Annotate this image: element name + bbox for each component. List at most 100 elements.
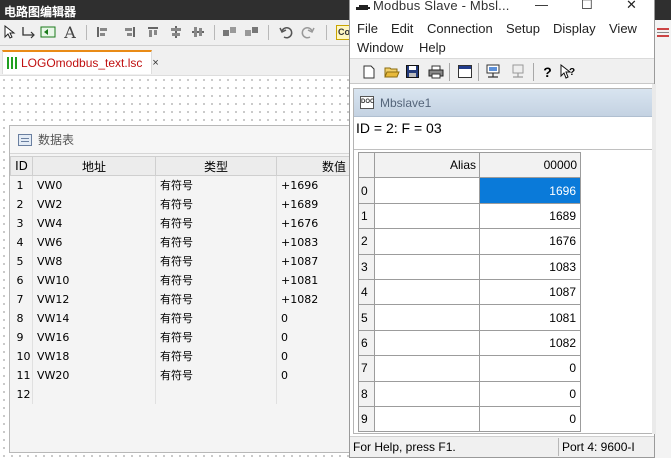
context-help-icon[interactable]: ? [560, 63, 577, 80]
minimize-button[interactable]: — [535, 0, 548, 12]
print-icon[interactable] [427, 63, 444, 80]
table-row[interactable]: 5 VW8 有符号 +1087 [10, 251, 351, 271]
menu-edit[interactable]: Edit [391, 21, 413, 36]
register-row: 3 1083 [358, 253, 581, 280]
row-index[interactable]: 2 [358, 228, 375, 255]
table-row[interactable]: 6 VW10 有符号 +1081 [10, 270, 351, 290]
column-header-id[interactable]: ID [10, 156, 33, 176]
align-bottom-icon[interactable] [190, 24, 206, 40]
align-middle-icon[interactable] [168, 24, 184, 40]
register-value-cell[interactable]: 1676 [479, 228, 581, 255]
alias-cell[interactable] [374, 380, 480, 407]
table-row[interactable]: 9 VW16 有符号 0 [10, 327, 351, 347]
row-index[interactable]: 8 [358, 380, 375, 407]
alias-cell[interactable] [374, 355, 480, 382]
alias-cell[interactable] [374, 304, 480, 331]
maximize-button[interactable]: ☐ [581, 0, 593, 13]
register-value-cell[interactable]: 1081 [479, 304, 581, 331]
cell-value: 0 [276, 308, 351, 328]
distribute-icon[interactable] [244, 24, 260, 40]
help-icon[interactable]: ? [539, 63, 556, 80]
alias-cell[interactable] [374, 177, 480, 204]
select-arrow-icon[interactable] [2, 24, 18, 40]
mbslave-child-titlebar[interactable]: DOC Mbslave1 [354, 89, 652, 117]
row-index[interactable]: 7 [358, 355, 375, 382]
new-document-icon[interactable] [360, 63, 377, 80]
row-index[interactable]: 9 [358, 405, 375, 433]
close-tab-icon[interactable]: × [152, 57, 158, 69]
column-header-address[interactable]: 地址 [32, 156, 156, 176]
row-index[interactable]: 5 [358, 304, 375, 331]
window-icon[interactable] [456, 63, 473, 80]
register-column-header[interactable]: 00000 [479, 151, 581, 179]
menu-help[interactable]: Help [419, 40, 446, 55]
cell-address: VW0 [32, 175, 156, 195]
register-value-cell[interactable]: 1083 [479, 253, 581, 280]
alias-cell[interactable] [374, 228, 480, 255]
row-index[interactable]: 1 [358, 202, 375, 230]
table-icon [18, 133, 32, 146]
distribute-icon[interactable] [222, 24, 238, 40]
menu-window[interactable]: Window [357, 40, 403, 55]
register-value-cell[interactable]: 0 [479, 355, 581, 382]
alias-column-header[interactable]: Alias [374, 151, 480, 179]
row-index[interactable]: 0 [358, 177, 375, 204]
undo-icon[interactable] [278, 24, 294, 40]
register-value-cell[interactable]: 1689 [479, 202, 581, 230]
open-folder-icon[interactable] [383, 63, 400, 80]
cell-type: 有符号 [155, 308, 277, 328]
menu-file[interactable]: File [357, 21, 378, 36]
menu-setup[interactable]: Setup [506, 21, 540, 36]
connect-icon[interactable] [484, 63, 501, 80]
toolbar-separator [214, 25, 215, 40]
register-value-cell[interactable]: 1696 [479, 177, 581, 204]
data-table-titlebar: 数据表 [10, 126, 358, 154]
modbus-titlebar[interactable]: Modbus Slave - Mbsl... — ☐ ✕ [350, 0, 654, 18]
alias-cell[interactable] [374, 278, 480, 306]
table-row[interactable]: 2 VW2 有符号 +1689 [10, 194, 351, 214]
table-row[interactable]: 11 VW20 有符号 0 [10, 365, 351, 385]
table-row[interactable]: 12 [10, 384, 351, 404]
row-index[interactable]: 6 [358, 329, 375, 357]
register-value-cell[interactable]: 1082 [479, 329, 581, 357]
close-button[interactable]: ✕ [626, 0, 637, 13]
register-value-cell[interactable]: 0 [479, 405, 581, 433]
table-row[interactable]: 7 VW12 有符号 +1082 [10, 289, 351, 309]
cell-id: 6 [10, 270, 33, 290]
cell-address: VW18 [32, 346, 156, 366]
connect-icon[interactable] [20, 24, 36, 40]
alias-cell[interactable] [374, 405, 480, 433]
table-row[interactable]: 10 VW18 有符号 0 [10, 346, 351, 366]
align-left-icon[interactable] [94, 24, 110, 40]
menu-connection[interactable]: Connection [427, 21, 493, 36]
redo-icon[interactable] [300, 24, 316, 40]
column-header-type[interactable]: 类型 [155, 156, 277, 176]
vertical-scrollbar[interactable] [652, 84, 656, 434]
register-value-cell[interactable]: 0 [479, 380, 581, 407]
table-row[interactable]: 3 VW4 有符号 +1676 [10, 213, 351, 233]
register-value-cell[interactable]: 1087 [479, 278, 581, 306]
menu-display[interactable]: Display [553, 21, 596, 36]
modbus-slave-window: Modbus Slave - Mbsl... — ☐ ✕ File Edit C… [349, 0, 656, 458]
alias-cell[interactable] [374, 329, 480, 357]
alias-cell[interactable] [374, 202, 480, 230]
cell-address: VW14 [32, 308, 156, 328]
align-right-icon[interactable] [122, 24, 138, 40]
table-row[interactable]: 4 VW6 有符号 +1083 [10, 232, 351, 252]
row-index[interactable]: 4 [358, 278, 375, 306]
column-header-value[interactable]: 数值 [276, 156, 351, 176]
alias-cell[interactable] [374, 253, 480, 280]
cell-type: 有符号 [155, 175, 277, 195]
table-row[interactable]: 1 VW0 有符号 +1696 [10, 175, 351, 195]
table-row[interactable]: 8 VW14 有符号 0 [10, 308, 351, 328]
align-top-icon[interactable] [145, 24, 161, 40]
disconnect-icon[interactable] [509, 63, 526, 80]
row-index[interactable]: 3 [358, 253, 375, 280]
save-icon[interactable] [404, 63, 421, 80]
document-tab[interactable]: LOGOmodbus_text.lsc × [2, 50, 159, 74]
block-icon[interactable] [40, 24, 56, 40]
cell-type: 有符号 [155, 213, 277, 233]
text-icon[interactable]: A [62, 23, 78, 42]
cell-value: +1696 [276, 175, 351, 195]
menu-view[interactable]: View [609, 21, 637, 36]
